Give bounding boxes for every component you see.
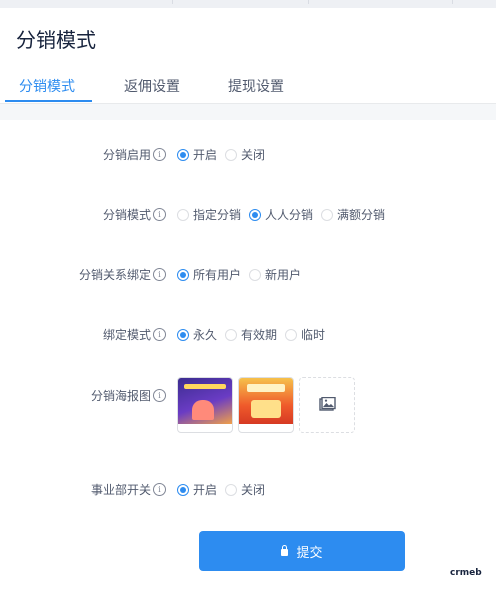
tab-bar: 分销模式 返佣设置 提现设置 [0, 68, 496, 104]
radio-label: 永久 [193, 328, 218, 342]
bind-mode-option-validity[interactable]: 有效期 [225, 326, 277, 343]
tab-distribution-mode[interactable]: 分销模式 [19, 76, 75, 96]
radio-label: 人人分销 [265, 208, 314, 222]
mode-option-designated[interactable]: 指定分销 [177, 206, 241, 223]
radio-dot[interactable] [249, 268, 262, 281]
enable-option-off[interactable]: 关闭 [225, 146, 265, 163]
submit-button[interactable]: 提交 [199, 531, 405, 571]
division-label-text: 事业部开关 [90, 483, 151, 497]
bind-mode-label: 绑定模式 i [103, 326, 166, 343]
info-circle-icon[interactable]: i [153, 208, 166, 221]
radio-dot[interactable] [225, 483, 238, 496]
info-circle-icon[interactable]: i [153, 389, 166, 402]
radio-label: 新用户 [265, 268, 302, 282]
poster-thumbnail[interactable] [177, 377, 233, 433]
radio-dot[interactable] [177, 328, 189, 341]
radio-label: 开启 [193, 483, 218, 497]
lock-icon [281, 545, 289, 556]
binding-option-all-users[interactable]: 所有用户 [177, 266, 241, 283]
division-label: 事业部开关 i [91, 481, 166, 498]
mode-option-everyone[interactable]: 人人分销 [249, 206, 313, 223]
tab-commission-settings[interactable]: 返佣设置 [124, 76, 180, 96]
radio-dot[interactable] [249, 208, 262, 221]
binding-label: 分销关系绑定 i [79, 266, 166, 283]
division-radio-group: 开启 关闭 [177, 481, 273, 498]
division-option-off[interactable]: 关闭 [225, 481, 265, 498]
info-circle-icon[interactable]: i [153, 483, 166, 496]
bind-mode-radio-group: 永久 有效期 临时 [177, 326, 333, 343]
mode-radio-group: 指定分销 人人分销 满额分销 [177, 206, 393, 223]
content-separator [0, 104, 496, 120]
bind-mode-option-permanent[interactable]: 永久 [177, 326, 217, 343]
info-circle-icon[interactable]: i [153, 328, 166, 341]
radio-label: 所有用户 [193, 268, 242, 282]
info-circle-icon[interactable]: i [153, 268, 166, 281]
tab-active-indicator [5, 100, 92, 102]
enable-radio-group: 开启 关闭 [177, 146, 273, 163]
image-upload-icon [319, 397, 336, 411]
radio-label: 关闭 [241, 483, 266, 497]
binding-radio-group: 所有用户 新用户 [177, 266, 309, 283]
binding-option-new-users[interactable]: 新用户 [249, 266, 301, 283]
radio-label: 开启 [193, 148, 218, 162]
radio-dot[interactable] [225, 328, 238, 341]
radio-label: 指定分销 [193, 208, 242, 222]
radio-dot[interactable] [177, 208, 189, 221]
bind-mode-option-temporary[interactable]: 临时 [285, 326, 325, 343]
mode-label: 分销模式 i [103, 206, 166, 223]
tab-withdrawal-settings[interactable]: 提现设置 [228, 76, 284, 96]
bind-mode-label-text: 绑定模式 [102, 328, 151, 342]
radio-dot[interactable] [177, 148, 189, 161]
binding-label-text: 分销关系绑定 [78, 268, 151, 282]
radio-dot[interactable] [225, 148, 238, 161]
info-circle-icon[interactable]: i [153, 148, 166, 161]
poster-thumbnail[interactable] [238, 377, 294, 433]
radio-dot[interactable] [177, 483, 189, 496]
mode-label-text: 分销模式 [102, 208, 151, 222]
brand-logo: crmeb [450, 568, 482, 578]
radio-dot[interactable] [285, 328, 298, 341]
radio-label: 关闭 [241, 148, 266, 162]
poster-upload-button[interactable] [299, 377, 355, 433]
enable-label-text: 分销启用 [102, 148, 151, 162]
enable-option-on[interactable]: 开启 [177, 146, 217, 163]
top-scroll-strip [0, 0, 496, 8]
division-option-on[interactable]: 开启 [177, 481, 217, 498]
poster-label: 分销海报图 i [91, 387, 166, 404]
mode-option-threshold[interactable]: 满额分销 [321, 206, 385, 223]
submit-label: 提交 [296, 545, 323, 561]
radio-dot[interactable] [177, 268, 189, 281]
page-title: 分销模式 [16, 28, 96, 52]
radio-label: 临时 [301, 328, 326, 342]
radio-dot[interactable] [321, 208, 334, 221]
radio-label: 满额分销 [337, 208, 386, 222]
radio-label: 有效期 [241, 328, 278, 342]
poster-label-text: 分销海报图 [90, 389, 151, 403]
poster-list [177, 377, 355, 433]
enable-label: 分销启用 i [103, 146, 166, 163]
